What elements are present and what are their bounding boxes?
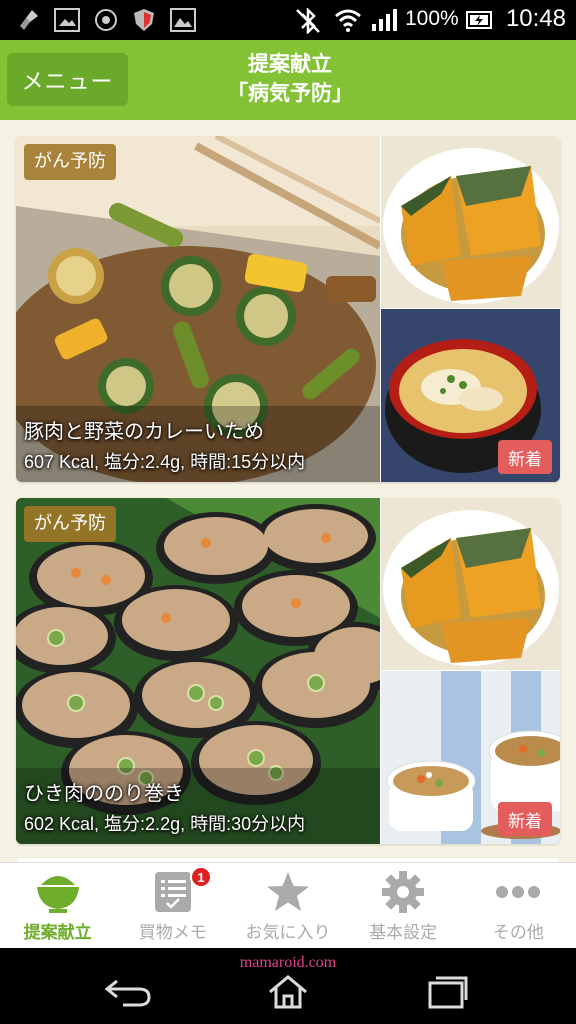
home-button[interactable] (258, 970, 318, 1014)
memo-icon (115, 869, 230, 915)
tab-label: 基本設定 (369, 923, 438, 943)
tab-label: その他 (492, 923, 544, 943)
new-badge: 新着 (498, 802, 552, 836)
status-bar: 100% 10:48 (0, 0, 576, 40)
recent-apps-icon (428, 976, 468, 1009)
back-button[interactable] (98, 970, 158, 1014)
recipe-card[interactable]: がん予防 ひき肉ののり巻き 602 Kcal, 塩分:2.2g, 時間:30分以… (16, 498, 560, 844)
battery-percent: 100% (405, 7, 459, 30)
recipe-name: 豚肉と野菜のカレーいため (24, 419, 264, 443)
broom-icon (18, 8, 42, 36)
signal-icon (370, 8, 398, 36)
bottom-tab-bar: 提案献立 買物メモ お気に入り 基本設定 その他 (0, 862, 576, 948)
star-icon (230, 869, 345, 915)
app-header: メニュー 提案献立 「病気予防」 (0, 40, 576, 120)
rice-bowl-icon (0, 869, 115, 915)
shield-icon (132, 8, 156, 36)
tab-label: 提案献立 (23, 923, 92, 943)
side-dish-photo (381, 136, 560, 308)
tab-label: 買物メモ (138, 923, 207, 943)
soup-photo: 新着 (381, 309, 560, 482)
recipe-card[interactable]: がん予防 豚肉と野菜のカレーいため 607 Kcal, 塩分:2.4g, 時間:… (16, 136, 560, 482)
tab-label: お気に入り (245, 923, 331, 943)
gear-icon (346, 869, 461, 915)
main-dish-photo: がん予防 豚肉と野菜のカレーいため 607 Kcal, 塩分:2.4g, 時間:… (16, 136, 380, 482)
page-title-line1: 提案献立 (248, 52, 332, 76)
bluetooth-off-icon (294, 6, 322, 38)
tab-suggested-menu[interactable]: 提案献立 (0, 863, 115, 949)
recipe-stats: 607 Kcal, 塩分:2.4g, 時間:15分以内 (24, 452, 306, 472)
more-icon (461, 869, 576, 915)
tab-favorites[interactable]: お気に入り (230, 863, 345, 949)
battery-icon (466, 8, 494, 36)
home-icon (269, 975, 307, 1009)
tab-shopping-memo[interactable]: 買物メモ (115, 863, 230, 949)
main-dish-photo: がん予防 ひき肉ののり巻き 602 Kcal, 塩分:2.2g, 時間:30分以… (16, 498, 380, 844)
shutter-icon (94, 8, 118, 36)
back-icon (104, 979, 151, 1007)
recent-apps-button[interactable] (418, 970, 478, 1014)
recipe-stats: 602 Kcal, 塩分:2.2g, 時間:30分以内 (24, 814, 306, 834)
wifi-icon (334, 8, 362, 36)
image-icon (54, 8, 80, 36)
tab-other[interactable]: その他 (461, 863, 576, 949)
recipe-name: ひき肉ののり巻き (24, 781, 184, 805)
new-badge: 新着 (498, 440, 552, 474)
gallery-icon (170, 8, 196, 36)
page-title: 提案献立 「病気予防」 (180, 50, 400, 108)
clock: 10:48 (505, 5, 566, 32)
tab-basic-settings[interactable]: 基本設定 (346, 863, 461, 949)
system-nav-bar: mamaroid.com (0, 948, 576, 1024)
notification-badge: 1 (190, 866, 212, 888)
page-title-line2: 「病気予防」 (227, 81, 353, 105)
side-dish-photo (381, 498, 560, 670)
soup-photo: 新着 (381, 671, 560, 844)
category-badge: がん予防 (24, 144, 116, 180)
menu-button[interactable]: メニュー (7, 53, 128, 106)
category-badge: がん予防 (24, 506, 116, 542)
